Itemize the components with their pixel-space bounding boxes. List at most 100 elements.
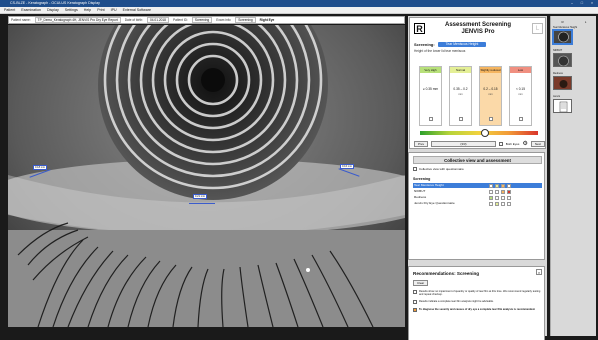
eye-side-label: Right Eye: [259, 18, 275, 22]
exam-info-field[interactable]: Screening: [235, 17, 256, 23]
menu-external-software[interactable]: External Software: [123, 7, 151, 13]
close-icon[interactable]: ×: [589, 0, 595, 7]
thumb-header-right: R: [561, 20, 564, 24]
clear-button[interactable]: Clear: [413, 280, 429, 286]
collective-row[interactable]: Redness: [413, 195, 542, 200]
recommendation-text: Results indicate a complete tear film an…: [419, 300, 494, 303]
recommendation-checkbox[interactable]: [413, 300, 417, 304]
measurement-left[interactable]: 0.18 mm: [29, 165, 51, 178]
recommendation-item[interactable]: Results indicate a complete tear film an…: [413, 300, 542, 304]
close-icon[interactable]: ×: [536, 269, 542, 275]
collective-section-title: Screening: [413, 177, 431, 181]
menu-examination[interactable]: Examination: [21, 7, 41, 13]
thumbnail-nikbut[interactable]: [553, 53, 572, 67]
measurement-center[interactable]: 0.21 mm: [189, 194, 215, 204]
prev-button[interactable]: Prev: [414, 140, 429, 147]
recommendation-checkbox[interactable]: [413, 308, 417, 312]
collective-title: Collective view and assessment: [413, 156, 542, 164]
maximize-icon[interactable]: □: [579, 0, 585, 7]
thumbnail-image: [554, 54, 571, 66]
title-bar: CS-BLZE - Keratograph - OCULUS Keratogra…: [0, 0, 598, 7]
collective-row-label: Tear Meniscus Height: [414, 183, 444, 187]
recommendation-checkbox[interactable]: [413, 290, 417, 294]
screening-selector[interactable]: Tear Meniscus Height: [437, 42, 487, 47]
grade-checkbox[interactable]: [459, 117, 463, 121]
patient-name-field[interactable]: TP_Demo_Keratograph 4H, JENVIS Pro Dry E…: [34, 17, 121, 23]
document-icon: [559, 101, 568, 112]
recommendation-text: Results show no impairment of quantity o…: [419, 290, 541, 296]
thumbnail-label: Redness: [553, 72, 563, 75]
recommendations-card: Recommendations: Screening × Clear Resul…: [408, 266, 545, 340]
collective-row-label: Redness: [414, 195, 427, 199]
grade-normal[interactable]: Normal 0.35 – 0.2 mm: [449, 66, 472, 126]
thumbnail-tear-meniscus[interactable]: [552, 29, 573, 45]
page-counter: (3/3): [431, 140, 496, 147]
menu-print[interactable]: Print: [97, 7, 104, 13]
grade-value: < 0.15: [516, 87, 525, 91]
grade-head: Normal: [450, 67, 471, 73]
measurement-label-left: 0.18 mm: [33, 165, 48, 170]
screening-description: Height of the lower lid tear meniscus: [414, 49, 466, 53]
grade-unit: mm: [458, 93, 463, 96]
dob-label: Date of birth:: [124, 18, 143, 22]
measurement-right[interactable]: 0.16 mm: [338, 164, 360, 177]
assessment-subtitle: JENVIS Pro: [461, 29, 495, 35]
grade-very-high[interactable]: Very High ≥ 0.35 mm: [419, 66, 442, 126]
assessment-header: R Assessment Screening JENVIS Pro L: [410, 18, 547, 40]
questionnaire-label: Collective view with questionnaire: [419, 167, 464, 171]
assessment-nav: Prev (3/3) Both Eyes ⚙ Next: [414, 140, 545, 147]
grade-low[interactable]: Low < 0.15 mm: [509, 66, 532, 126]
right-eye-button[interactable]: R: [414, 23, 425, 34]
thumbnail-redness[interactable]: [553, 76, 572, 90]
collective-row-grades: [489, 183, 511, 188]
window-controls: – □ ×: [569, 0, 595, 7]
app-window: CS-BLZE - Keratograph - OCULUS Keratogra…: [0, 0, 598, 340]
patient-id-field[interactable]: Screening: [191, 17, 213, 23]
menu-ipu[interactable]: IPU: [111, 7, 117, 13]
next-button[interactable]: Next: [530, 140, 545, 147]
gear-icon[interactable]: ⚙: [522, 140, 527, 147]
grade-checkbox[interactable]: [519, 117, 523, 121]
menu-patient[interactable]: Patient: [4, 7, 15, 13]
thumbnail-image: [554, 31, 571, 43]
both-eyes-label: Both Eyes: [505, 141, 520, 146]
minimize-icon[interactable]: –: [569, 0, 575, 7]
recommendation-item[interactable]: To diagnose the severity and causes of d…: [413, 308, 542, 312]
grade-checkbox[interactable]: [489, 117, 493, 121]
menu-help[interactable]: Help: [84, 7, 91, 13]
eye-image: [8, 25, 405, 327]
exam-info-label: Exam info:: [216, 18, 232, 22]
patient-name-label: Patient name:: [11, 18, 31, 22]
questionnaire-checkbox[interactable]: [413, 167, 417, 171]
patient-info-bar: Patient name: TP_Demo_Keratograph 4H, JE…: [8, 16, 405, 24]
assessment-title: Assessment Screening: [444, 22, 512, 28]
grade-slightly-reduced[interactable]: Slightly reduced 0.2 – 0.15 mm: [479, 66, 502, 126]
menu-settings[interactable]: Settings: [65, 7, 78, 13]
thumbnail-eye-headers: R L: [551, 20, 597, 24]
recommendation-item[interactable]: Results show no impairment of quantity o…: [413, 290, 542, 296]
collective-row-label: Jenvis Dry Eye Questionnaire: [414, 201, 455, 205]
thumbnail-label: NIKBUT: [553, 49, 563, 52]
collective-row[interactable]: Jenvis Dry Eye Questionnaire: [413, 201, 542, 206]
thumbnail-image: [554, 77, 571, 89]
collective-row[interactable]: Tear Meniscus Height: [413, 183, 542, 188]
measurement-label-right: 0.16 mm: [340, 164, 355, 169]
grade-checkbox[interactable]: [429, 117, 433, 121]
dob-field[interactable]: 04.01.2018: [147, 17, 169, 23]
left-eye-button[interactable]: L: [532, 23, 543, 34]
window-title: CS-BLZE - Keratograph - OCULUS Keratogra…: [10, 1, 100, 5]
severity-gradient-bar: [420, 131, 538, 135]
collective-row[interactable]: NIKBUT: [413, 189, 542, 194]
both-eyes-checkbox[interactable]: [498, 141, 503, 146]
thumbnail-jenvis[interactable]: [553, 99, 572, 113]
screening-label: Screening:: [414, 42, 435, 47]
grade-head: Very High: [420, 67, 441, 73]
eye-image-viewer[interactable]: 0.18 mm 0.21 mm 0.16 mm: [8, 25, 405, 327]
severity-indicator[interactable]: [480, 129, 489, 137]
menu-display[interactable]: Display: [47, 7, 59, 13]
collective-questionnaire-option[interactable]: Collective view with questionnaire: [413, 167, 464, 171]
screening-row: Screening: Tear Meniscus Height: [414, 42, 487, 47]
thumbnail-label: Tear Meniscus Height: [553, 26, 578, 29]
collective-card: Collective view and assessment Collectiv…: [408, 152, 545, 260]
measurement-line-center: [189, 203, 215, 204]
